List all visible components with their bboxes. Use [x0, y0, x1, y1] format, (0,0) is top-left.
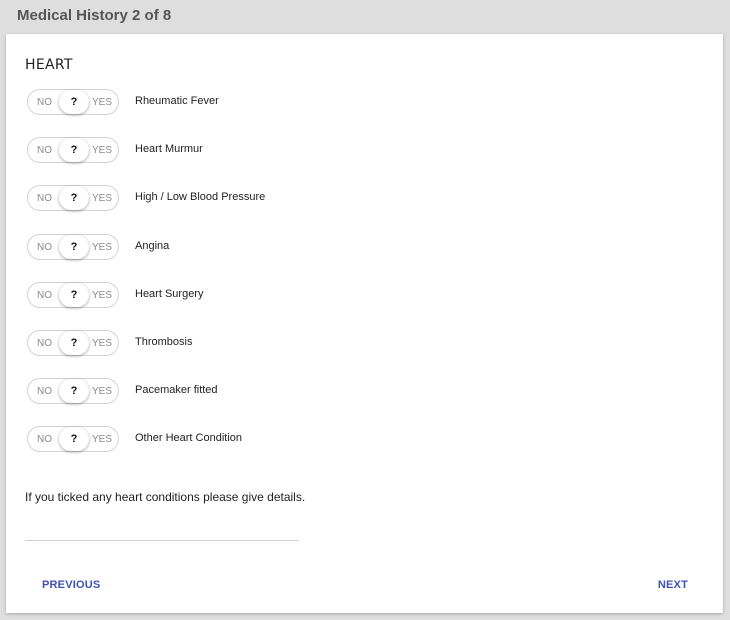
- condition-row-rheumatic-fever: NO ? YES Rheumatic Fever: [27, 89, 265, 137]
- toggle-no-option[interactable]: NO: [37, 338, 52, 349]
- condition-label: Thrombosis: [135, 335, 193, 348]
- condition-row-pacemaker: NO ? YES Pacemaker fitted: [27, 378, 265, 426]
- toggle-yes-option[interactable]: YES: [92, 145, 112, 156]
- tri-state-toggle[interactable]: NO ? YES: [27, 137, 119, 164]
- condition-label: High / Low Blood Pressure: [135, 191, 266, 204]
- toggle-knob[interactable]: ?: [59, 138, 89, 163]
- condition-row-angina: NO ? YES Angina: [27, 233, 265, 282]
- condition-label: Other Heart Condition: [135, 432, 242, 445]
- page-title: Medical History 2 of 8: [17, 7, 172, 24]
- next-button[interactable]: NEXT: [658, 579, 688, 591]
- previous-button[interactable]: PREVIOUS: [42, 579, 100, 591]
- toggle-yes-option[interactable]: YES: [92, 193, 112, 204]
- condition-row-heart-murmur: NO ? YES Heart Murmur: [27, 137, 265, 185]
- condition-label: Heart Surgery: [135, 287, 204, 300]
- toggle-knob[interactable]: ?: [59, 90, 89, 114]
- tri-state-toggle[interactable]: NO ? YES: [27, 378, 119, 405]
- tri-state-toggle[interactable]: NO ? YES: [27, 329, 119, 356]
- toggle-knob[interactable]: ?: [59, 282, 89, 307]
- toggle-no-option[interactable]: NO: [37, 242, 52, 253]
- toggle-no-option[interactable]: NO: [37, 290, 52, 301]
- condition-row-heart-surgery: NO ? YES Heart Surgery: [27, 281, 265, 330]
- toggle-yes-option[interactable]: YES: [92, 97, 112, 108]
- toggle-knob[interactable]: ?: [59, 427, 89, 452]
- toggle-no-option[interactable]: NO: [37, 193, 52, 204]
- condition-label: Angina: [135, 239, 170, 252]
- tri-state-toggle[interactable]: NO ? YES: [27, 185, 119, 212]
- condition-list: NO ? YES Rheumatic Fever NO ? YES Heart …: [27, 89, 265, 475]
- condition-row-other: NO ? YES Other Heart Condition: [27, 426, 265, 474]
- tri-state-toggle[interactable]: NO ? YES: [27, 281, 119, 308]
- tri-state-toggle[interactable]: NO ? YES: [27, 426, 119, 453]
- toggle-knob[interactable]: ?: [59, 186, 89, 211]
- toggle-knob[interactable]: ?: [59, 330, 89, 355]
- toggle-yes-option[interactable]: YES: [92, 434, 112, 445]
- toggle-knob[interactable]: ?: [59, 234, 89, 259]
- details-prompt: If you ticked any heart conditions pleas…: [25, 490, 306, 504]
- toggle-no-option[interactable]: NO: [37, 386, 52, 397]
- section-heading: HEART: [25, 57, 73, 73]
- toggle-no-option[interactable]: NO: [37, 97, 52, 108]
- toggle-no-option[interactable]: NO: [37, 434, 52, 445]
- condition-label: Pacemaker fitted: [135, 384, 218, 397]
- toggle-knob[interactable]: ?: [59, 379, 89, 404]
- tri-state-toggle[interactable]: NO ? YES: [27, 89, 119, 115]
- form-card: HEART NO ? YES Rheumatic Fever NO ? YES …: [6, 34, 723, 613]
- toggle-no-option[interactable]: NO: [37, 145, 52, 156]
- condition-label: Rheumatic Fever: [135, 95, 219, 107]
- tri-state-toggle[interactable]: NO ? YES: [27, 233, 119, 260]
- details-input[interactable]: [25, 518, 298, 541]
- condition-row-thrombosis: NO ? YES Thrombosis: [27, 329, 265, 378]
- toggle-yes-option[interactable]: YES: [92, 290, 112, 301]
- toggle-yes-option[interactable]: YES: [92, 242, 112, 253]
- toggle-yes-option[interactable]: YES: [92, 338, 112, 349]
- toggle-yes-option[interactable]: YES: [92, 386, 112, 397]
- condition-row-blood-pressure: NO ? YES High / Low Blood Pressure: [27, 185, 265, 233]
- condition-label: Heart Murmur: [135, 143, 203, 156]
